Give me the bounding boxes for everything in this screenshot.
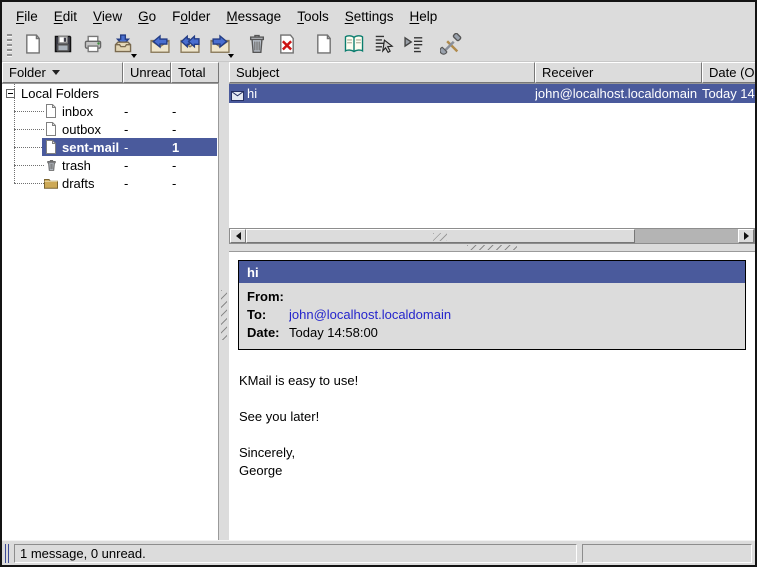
toolbar [2,30,755,62]
apply-filters-button[interactable] [399,32,429,60]
new-message-button[interactable] [18,32,48,60]
folder-row-local-folders[interactable]: Local Folders [2,84,218,102]
date-value: Today 14:58:00 [289,324,378,342]
menu-help[interactable]: Help [402,6,446,27]
statusbar-handle[interactable] [5,544,9,563]
collapse-expander-icon[interactable] [6,89,15,98]
print-button[interactable] [78,32,108,60]
forward-dropdown-caret [228,54,234,58]
column-header-folder[interactable]: Folder [2,62,123,83]
kmail-window: File Edit View Go Folder Message Tools S… [0,0,757,567]
file-icon [44,122,58,136]
configure-icon [440,33,462,58]
message-body: KMail is easy to use! See you later! Sin… [229,350,755,520]
create-filter-button[interactable] [369,32,399,60]
scrollbar-track[interactable] [246,229,738,243]
message-subject-title: hi [239,261,745,283]
scrollbar-thumb[interactable] [246,229,635,243]
menu-view[interactable]: View [85,6,130,27]
column-header-subject[interactable]: Subject [229,62,535,83]
scroll-right-icon [744,232,749,240]
save-button[interactable] [48,32,78,60]
message-header-fields: From: To: john@localhost.localdomain Dat… [239,283,745,349]
panel-splitter-horizontal[interactable] [229,244,755,251]
folder-icon [44,176,58,190]
message-panel: Subject Receiver Date (O hi john@localho… [229,62,755,540]
folder-tree: Local Folders inbox - - outbox - - [2,83,218,540]
to-label: To: [247,306,289,324]
folder-row-outbox[interactable]: outbox - - [2,120,218,138]
address-book-button[interactable] [339,32,369,60]
menu-settings[interactable]: Settings [337,6,402,27]
folder-row-drafts[interactable]: drafts - - [2,174,218,192]
trash-icon [44,158,58,172]
new-message-icon [22,33,44,58]
toolbar-handle[interactable] [7,34,12,58]
menu-tools[interactable]: Tools [289,6,337,27]
move-to-trash-button[interactable] [242,32,272,60]
message-list-header: Subject Receiver Date (O [229,62,755,83]
trash-icon [246,33,268,58]
reply-icon [149,33,171,58]
scroll-left-icon [236,232,241,240]
reply-all-icon [179,33,201,58]
menu-folder[interactable]: Folder [164,6,218,27]
delete-icon [276,33,298,58]
configure-button[interactable] [436,32,466,60]
menu-message[interactable]: Message [218,6,289,27]
column-header-unread[interactable]: Unread [123,62,171,83]
status-right-panel [582,544,752,563]
folder-row-trash[interactable]: trash - - [2,156,218,174]
reply-all-button[interactable] [175,32,205,60]
new-window-button[interactable] [309,32,339,60]
body-paragraph: Sincerely, George [239,444,745,480]
folder-list-header: Folder Unread Total [2,62,218,83]
scroll-right-button[interactable] [738,229,754,243]
print-icon [82,33,104,58]
sort-arrow-icon [52,70,60,75]
menu-edit[interactable]: Edit [46,6,85,27]
message-row[interactable]: hi john@localhost.localdomain Today 14 [229,84,755,103]
folder-row-inbox[interactable]: inbox - - [2,102,218,120]
body-paragraph: KMail is easy to use! [239,372,745,390]
forward-button[interactable] [205,32,235,60]
file-icon [44,140,58,154]
message-list-hscrollbar[interactable] [229,228,755,244]
check-mail-button[interactable] [108,32,138,60]
statusbar: 1 message, 0 unread. [2,540,755,565]
column-header-date[interactable]: Date (O [702,62,755,83]
file-icon [44,104,58,118]
message-header-box: hi From: To: john@localhost.localdomain … [238,260,746,350]
reply-button[interactable] [145,32,175,60]
splitter-grip [221,290,227,340]
scroll-left-button[interactable] [230,229,246,243]
message-viewer: hi From: To: john@localhost.localdomain … [229,251,755,540]
to-address-link[interactable]: john@localhost.localdomain [289,306,451,324]
folder-panel: Folder Unread Total Local Folders inbox … [2,62,219,540]
new-window-icon [313,33,335,58]
column-header-total[interactable]: Total [171,62,219,83]
message-list: hi john@localhost.localdomain Today 14 [229,83,755,228]
status-message-panel: 1 message, 0 unread. [14,544,577,563]
folder-row-sent-mail[interactable]: sent-mail - 1 [2,138,218,156]
envelope-icon [231,89,244,99]
body-paragraph: See you later! [239,408,745,426]
create-filter-icon [373,33,395,58]
apply-filters-icon [403,33,425,58]
from-label: From: [247,288,289,306]
address-book-icon [343,33,365,58]
panel-splitter-vertical[interactable] [219,62,229,540]
main-area: Folder Unread Total Local Folders inbox … [2,62,755,540]
column-header-receiver[interactable]: Receiver [535,62,702,83]
menu-file[interactable]: File [8,6,46,27]
menubar: File Edit View Go Folder Message Tools S… [2,2,755,30]
menu-go[interactable]: Go [130,6,164,27]
date-label: Date: [247,324,289,342]
splitter-grip [467,245,517,250]
save-icon [52,33,74,58]
check-mail-dropdown-caret [131,54,137,58]
delete-button[interactable] [272,32,302,60]
